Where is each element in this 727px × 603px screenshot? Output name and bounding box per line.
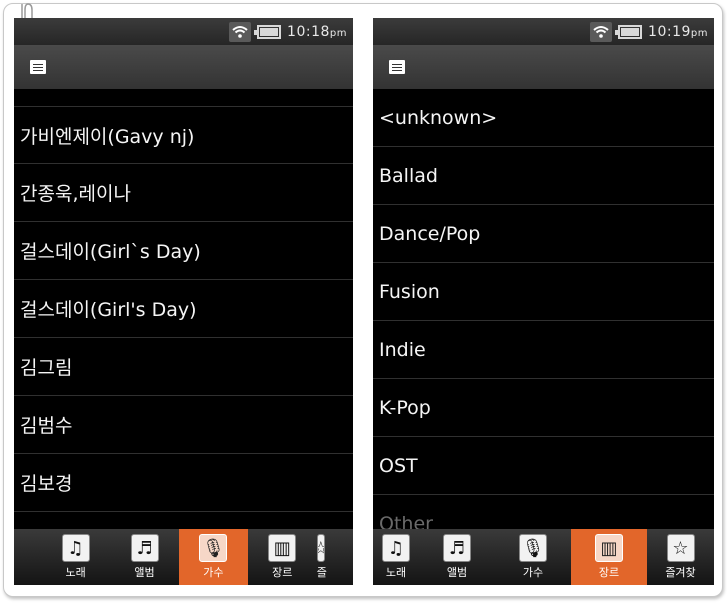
list-item[interactable]: Other (373, 495, 714, 530)
tab-songs[interactable]: ♫ 노래 (41, 529, 110, 585)
piano-icon: ▥ (268, 534, 297, 562)
star-icon: ☆ (316, 534, 325, 562)
battery-icon (615, 24, 643, 39)
list-item[interactable]: 김범수 (14, 396, 353, 454)
tab-genres[interactable]: ▥ 장르 (571, 529, 647, 585)
title-bar (373, 45, 714, 89)
list-item[interactable]: Indie (373, 321, 714, 379)
tab-artists[interactable]: 🎙 가수 (495, 529, 571, 585)
list-item[interactable]: Ballad (373, 147, 714, 205)
list-item[interactable]: 가비엔제이(Gavy nj) (14, 106, 353, 164)
status-clock: 10:19pm (648, 23, 708, 40)
list-item[interactable]: Dance/Pop (373, 205, 714, 263)
list-item[interactable]: 걸스데이(Girl`s Day) (14, 222, 353, 280)
album-icon: ♬ (130, 534, 159, 562)
star-icon: ☆ (666, 534, 695, 562)
tab-genres[interactable]: ▥ 장르 (248, 529, 317, 585)
tab-partial-left (14, 529, 41, 585)
tab-songs[interactable]: ♫ 노래 (373, 529, 419, 585)
status-bar: 10:19pm (373, 18, 714, 45)
tab-artists[interactable]: 🎙 가수 (178, 529, 248, 585)
list-item[interactable]: Fusion (373, 263, 714, 321)
list-item[interactable]: <unknown> (373, 107, 714, 147)
album-icon: ♬ (443, 534, 471, 562)
list-item[interactable]: OST (373, 437, 714, 495)
list-item[interactable]: 간종욱,레이나 (14, 164, 353, 222)
bottom-tab-bar: ♫ 노래 ♬ 앨범 🎙 가수 ▥ 장르 ☆ 즐겨찾 (373, 529, 714, 585)
artist-list[interactable]: 가비엔제이(Gavy nj) 간종욱,레이나 걸스데이(Girl`s Day) … (14, 89, 353, 529)
status-bar: 10:18pm (14, 18, 353, 45)
tab-albums[interactable]: ♬ 앨범 (419, 529, 495, 585)
status-clock: 10:18pm (287, 23, 347, 40)
menu-icon[interactable] (389, 60, 405, 74)
tab-favorites[interactable]: ☆ 즐겨찾 (647, 529, 714, 585)
music-note-icon: ♫ (382, 534, 410, 562)
wifi-icon (229, 21, 252, 42)
list-item[interactable]: 김보경 (14, 454, 353, 512)
list-item[interactable]: 김그림 (14, 338, 353, 396)
menu-icon[interactable] (30, 60, 46, 74)
microphone-icon: 🎙 (199, 534, 228, 562)
wifi-icon (590, 21, 613, 42)
phone-screen-artists: 10:18pm 가비엔제이(Gavy nj) 간종욱,레이나 걸스데이(Girl… (14, 18, 353, 585)
list-item[interactable]: 걸스데이(Girl's Day) (14, 280, 353, 338)
piano-icon: ▥ (595, 534, 623, 562)
bottom-tab-bar: ♫ 노래 ♬ 앨범 🎙 가수 ▥ 장르 ☆ 즐 (14, 529, 353, 585)
battery-icon (254, 24, 282, 39)
microphone-icon: 🎙 (519, 534, 547, 562)
phone-screen-genres: 10:19pm <unknown> Ballad Dance/Pop Fusio… (373, 18, 714, 585)
genre-list[interactable]: <unknown> Ballad Dance/Pop Fusion Indie … (373, 89, 714, 529)
music-note-icon: ♫ (61, 534, 90, 562)
title-bar (14, 45, 353, 89)
tab-albums[interactable]: ♬ 앨범 (110, 529, 179, 585)
tab-favorites[interactable]: ☆ 즐 (316, 529, 353, 585)
list-item[interactable]: K-Pop (373, 379, 714, 437)
